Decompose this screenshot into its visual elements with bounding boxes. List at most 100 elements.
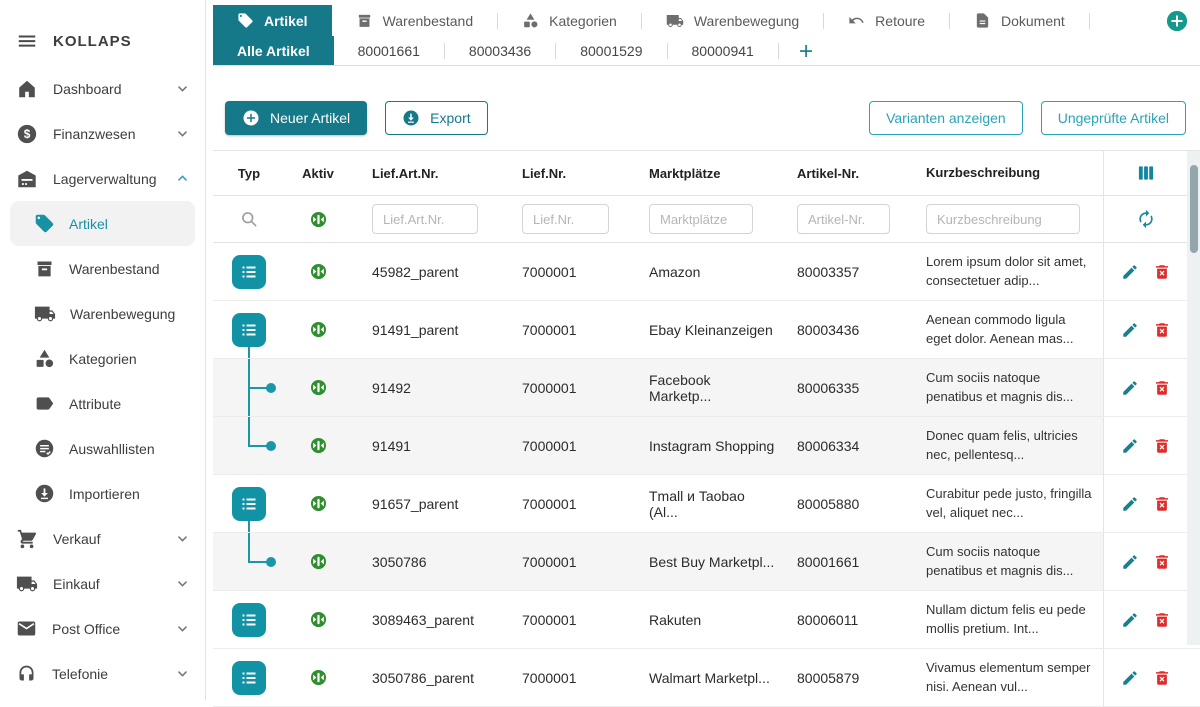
- filter-lief-nr-input[interactable]: [522, 204, 609, 234]
- parent-article-icon[interactable]: [232, 661, 266, 695]
- chevron-up-icon: [174, 170, 191, 187]
- sidebar-item-artikel[interactable]: Artikel: [10, 201, 195, 246]
- sidebar-item-post-office[interactable]: Post Office: [0, 606, 205, 651]
- tab-warenbewegung[interactable]: Warenbewegung: [642, 5, 823, 36]
- new-article-button[interactable]: Neuer Artikel: [225, 101, 367, 135]
- delete-icon[interactable]: [1153, 553, 1171, 571]
- delete-icon[interactable]: [1153, 495, 1171, 513]
- tab-artikel[interactable]: Artikel: [213, 5, 332, 36]
- tree-node-dot: [266, 557, 276, 567]
- download-circle-icon: [34, 483, 55, 504]
- delete-icon[interactable]: [1153, 669, 1171, 687]
- delete-icon[interactable]: [1153, 611, 1171, 629]
- column-header-kurzbeschreibung[interactable]: Kurzbeschreibung: [911, 164, 1103, 183]
- filter-artikel-nr-input[interactable]: [797, 204, 890, 234]
- add-tab-button[interactable]: [1166, 10, 1188, 32]
- tab-bar: Artikel Warenbestand Kategorien Warenbew…: [213, 5, 1200, 36]
- edit-icon[interactable]: [1121, 611, 1139, 629]
- chevron-down-icon: [174, 665, 191, 682]
- sidebar-item-einkauf[interactable]: Einkauf: [0, 561, 205, 606]
- tab-dokument[interactable]: Dokument: [950, 5, 1089, 36]
- sidebar-item-warenbestand[interactable]: Warenbestand: [10, 246, 195, 291]
- delete-icon[interactable]: [1153, 437, 1171, 455]
- delete-icon[interactable]: [1153, 263, 1171, 281]
- sidebar-item-auswahllisten[interactable]: Auswahllisten: [10, 426, 195, 471]
- truck-icon: [34, 303, 56, 325]
- delete-icon[interactable]: [1153, 379, 1171, 397]
- sidebar-item-warenbewegung[interactable]: Warenbewegung: [10, 291, 195, 336]
- edit-icon[interactable]: [1121, 553, 1139, 571]
- column-settings-button[interactable]: [1103, 151, 1187, 195]
- refresh-icon[interactable]: [1136, 209, 1156, 229]
- table-header-row: Typ Aktiv Lief.Art.Nr. Lief.Nr. Marktplä…: [213, 151, 1200, 196]
- parent-article-icon[interactable]: [232, 255, 266, 289]
- edit-icon[interactable]: [1121, 379, 1139, 397]
- table-row[interactable]: 3089463_parent 7000001 Rakuten 80006011 …: [213, 591, 1200, 649]
- table-filter-row: [213, 196, 1200, 243]
- parent-article-icon[interactable]: [232, 487, 266, 521]
- table-row[interactable]: 91657_parent 7000001 Tmall и Taobao (Al.…: [213, 475, 1200, 533]
- edit-icon[interactable]: [1121, 495, 1139, 513]
- active-filter-icon[interactable]: [309, 210, 328, 229]
- subtab-80000941[interactable]: 80000941: [668, 36, 778, 65]
- delete-icon[interactable]: [1153, 321, 1171, 339]
- category-icon: [34, 348, 55, 369]
- column-header-lief-nr[interactable]: Lief.Nr.: [501, 166, 628, 181]
- edit-icon[interactable]: [1121, 321, 1139, 339]
- column-header-typ[interactable]: Typ: [213, 166, 285, 181]
- subtab-80001661[interactable]: 80001661: [334, 36, 444, 65]
- edit-icon[interactable]: [1121, 263, 1139, 281]
- mail-icon: [16, 618, 37, 639]
- export-button[interactable]: Export: [385, 101, 487, 135]
- table-row[interactable]: 91491_parent 7000001 Ebay Kleinanzeigen …: [213, 301, 1200, 359]
- filter-lief-art-nr-input[interactable]: [372, 204, 478, 234]
- parent-article-icon[interactable]: [232, 313, 266, 347]
- show-variants-button[interactable]: Varianten anzeigen: [869, 101, 1023, 135]
- tab-retoure[interactable]: Retoure: [824, 5, 949, 36]
- tab-warenbestand[interactable]: Warenbestand: [332, 5, 498, 36]
- tree-node-dot: [266, 383, 276, 393]
- headset-icon: [16, 663, 37, 684]
- column-header-artikel-nr[interactable]: Artikel-Nr.: [776, 166, 911, 181]
- column-header-aktiv[interactable]: Aktiv: [285, 166, 351, 181]
- column-header-lief-art-nr[interactable]: Lief.Art.Nr.: [351, 166, 501, 181]
- unchecked-articles-button[interactable]: Ungeprüfte Artikel: [1041, 101, 1186, 135]
- table-row[interactable]: 3050786 7000001 Best Buy Marketpl... 800…: [213, 533, 1200, 591]
- active-status-icon: [309, 610, 328, 629]
- scrollbar-thumb[interactable]: [1190, 165, 1198, 253]
- sidebar-item-dashboard[interactable]: Dashboard: [0, 66, 205, 111]
- menu-icon[interactable]: [16, 30, 38, 52]
- active-status-icon: [309, 668, 328, 687]
- column-header-marktplaetze[interactable]: Marktplätze: [628, 166, 776, 181]
- add-subtab-button[interactable]: [779, 36, 833, 65]
- edit-icon[interactable]: [1121, 669, 1139, 687]
- sidebar: KOLLAPS Dashboard Finanzwesen Lagerverwa…: [0, 0, 206, 700]
- table-row[interactable]: 3050786_parent 7000001 Walmart Marketpl.…: [213, 649, 1200, 707]
- scrollbar-track[interactable]: [1187, 151, 1200, 645]
- table-row[interactable]: 91492 7000001 Facebook Marketp... 800063…: [213, 359, 1200, 417]
- tag-icon: [34, 213, 55, 234]
- filter-marktplaetze-input[interactable]: [649, 204, 753, 234]
- subtab-alle-artikel[interactable]: Alle Artikel: [213, 36, 334, 65]
- table-row[interactable]: 91491 7000001 Instagram Shopping 8000633…: [213, 417, 1200, 475]
- sidebar-item-lagerverwaltung[interactable]: Lagerverwaltung: [0, 156, 205, 201]
- parent-article-icon[interactable]: [232, 603, 266, 637]
- sidebar-item-verkauf[interactable]: Verkauf: [0, 516, 205, 561]
- sidebar-item-finanzwesen[interactable]: Finanzwesen: [0, 111, 205, 156]
- sidebar-item-attribute[interactable]: Attribute: [10, 381, 195, 426]
- main-content: Artikel Warenbestand Kategorien Warenbew…: [213, 0, 1200, 700]
- filter-kurzbeschreibung-input[interactable]: [926, 204, 1080, 234]
- sidebar-item-kategorien[interactable]: Kategorien: [10, 336, 195, 381]
- sidebar-item-telefonie[interactable]: Telefonie: [0, 651, 205, 696]
- subtab-80001529[interactable]: 80001529: [556, 36, 666, 65]
- table-row[interactable]: 45982_parent 7000001 Amazon 80003357 Lor…: [213, 243, 1200, 301]
- tree-node-dot: [266, 441, 276, 451]
- tree-connector: [248, 533, 250, 562]
- tree-connector: [248, 417, 250, 446]
- search-icon[interactable]: [239, 209, 259, 229]
- tab-kategorien[interactable]: Kategorien: [498, 5, 641, 36]
- category-icon: [522, 12, 539, 29]
- edit-icon[interactable]: [1121, 437, 1139, 455]
- subtab-80003436[interactable]: 80003436: [445, 36, 555, 65]
- sidebar-item-importieren[interactable]: Importieren: [10, 471, 195, 516]
